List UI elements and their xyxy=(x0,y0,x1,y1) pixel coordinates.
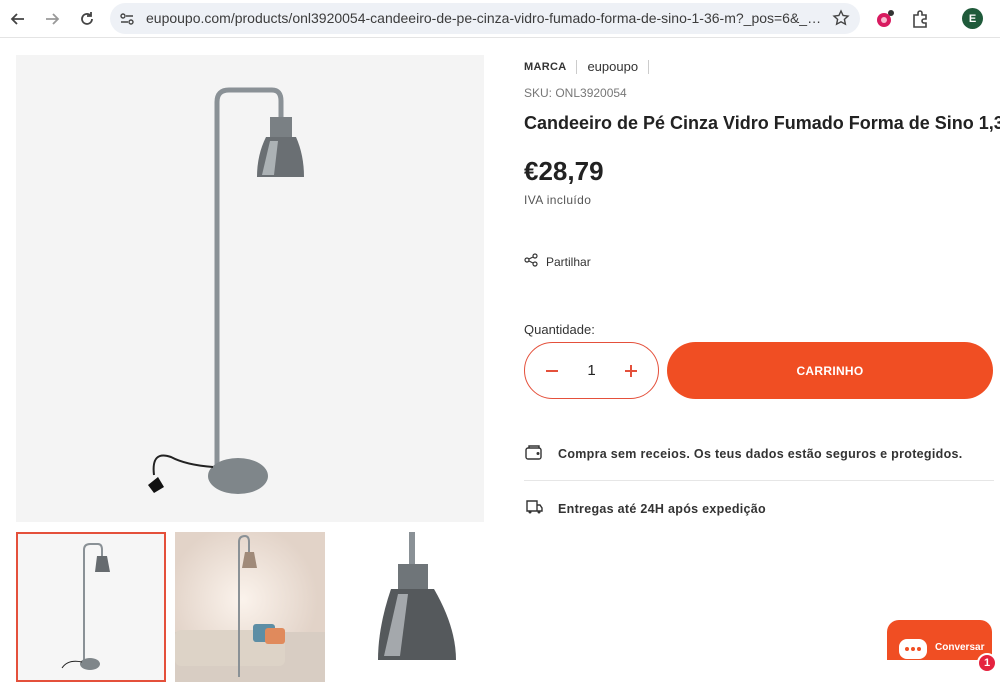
floor-lamp-image xyxy=(16,55,484,522)
quantity-label: Quantidade: xyxy=(524,322,595,337)
chat-bubble-icon xyxy=(899,639,927,659)
product-price: €28,79 xyxy=(524,156,604,186)
product-page: MARCA eupoupo SKU: ONL3920054 Candeeiro … xyxy=(0,39,1000,695)
site-settings-icon[interactable] xyxy=(118,10,136,28)
minus-icon[interactable] xyxy=(541,360,563,382)
address-bar[interactable]: eupoupo.com/products/onl3920054-candeeir… xyxy=(110,3,860,34)
plus-icon[interactable] xyxy=(620,360,642,382)
brand-row: MARCA eupoupo xyxy=(524,59,659,74)
brand-label: MARCA xyxy=(524,60,567,73)
chat-label: Conversar xyxy=(935,642,985,653)
reload-icon[interactable] xyxy=(75,7,99,31)
quantity-input[interactable]: 1 xyxy=(587,362,595,379)
shade-closeup-thumbnail-image xyxy=(334,532,484,682)
product-thumbnail-3[interactable] xyxy=(334,532,484,682)
product-main-image[interactable] xyxy=(16,55,484,522)
add-to-cart-button[interactable]: CARRINHO xyxy=(667,342,993,399)
chat-notification-badge: 1 xyxy=(977,653,997,673)
divider xyxy=(524,480,994,481)
divider xyxy=(648,59,650,74)
secure-payment-icon xyxy=(524,442,544,465)
sku-text: SKU: ONL3920054 xyxy=(524,86,627,100)
share-label: Partilhar xyxy=(546,254,591,269)
feature-delivery: Entregas até 24H após expedição xyxy=(524,497,766,520)
room-scene-thumbnail-image xyxy=(175,532,325,682)
product-title: Candeeiro de Pé Cinza Vidro Fumado Forma… xyxy=(524,113,1000,133)
feature-secure: Compra sem receios. Os teus dados estão … xyxy=(524,442,963,465)
url-text[interactable]: eupoupo.com/products/onl3920054-candeeir… xyxy=(146,10,826,26)
forward-arrow-icon[interactable] xyxy=(40,7,64,31)
lamp-thumbnail-image xyxy=(18,534,164,680)
tax-note: IVA incluído xyxy=(524,193,592,207)
product-thumbnail-2[interactable] xyxy=(175,532,325,682)
puzzle-icon[interactable] xyxy=(910,8,932,30)
feature-text: Entregas até 24H após expedição xyxy=(558,501,766,516)
share-icon xyxy=(524,253,538,270)
bookmark-star-icon[interactable] xyxy=(832,9,850,27)
feature-text: Compra sem receios. Os teus dados estão … xyxy=(558,446,963,461)
divider xyxy=(576,59,578,74)
extension-icon[interactable] xyxy=(874,8,896,30)
browser-toolbar: eupoupo.com/products/onl3920054-candeeir… xyxy=(0,0,1000,38)
share-button[interactable]: Partilhar xyxy=(524,253,591,270)
back-arrow-icon[interactable] xyxy=(6,7,30,31)
quantity-stepper: 1 xyxy=(524,342,659,399)
chat-widget-button[interactable]: Conversar xyxy=(887,620,992,660)
delivery-truck-icon xyxy=(524,497,544,520)
profile-avatar[interactable]: E xyxy=(962,8,983,29)
brand-value[interactable]: eupoupo xyxy=(587,59,638,74)
product-thumbnail-1[interactable] xyxy=(16,532,166,682)
